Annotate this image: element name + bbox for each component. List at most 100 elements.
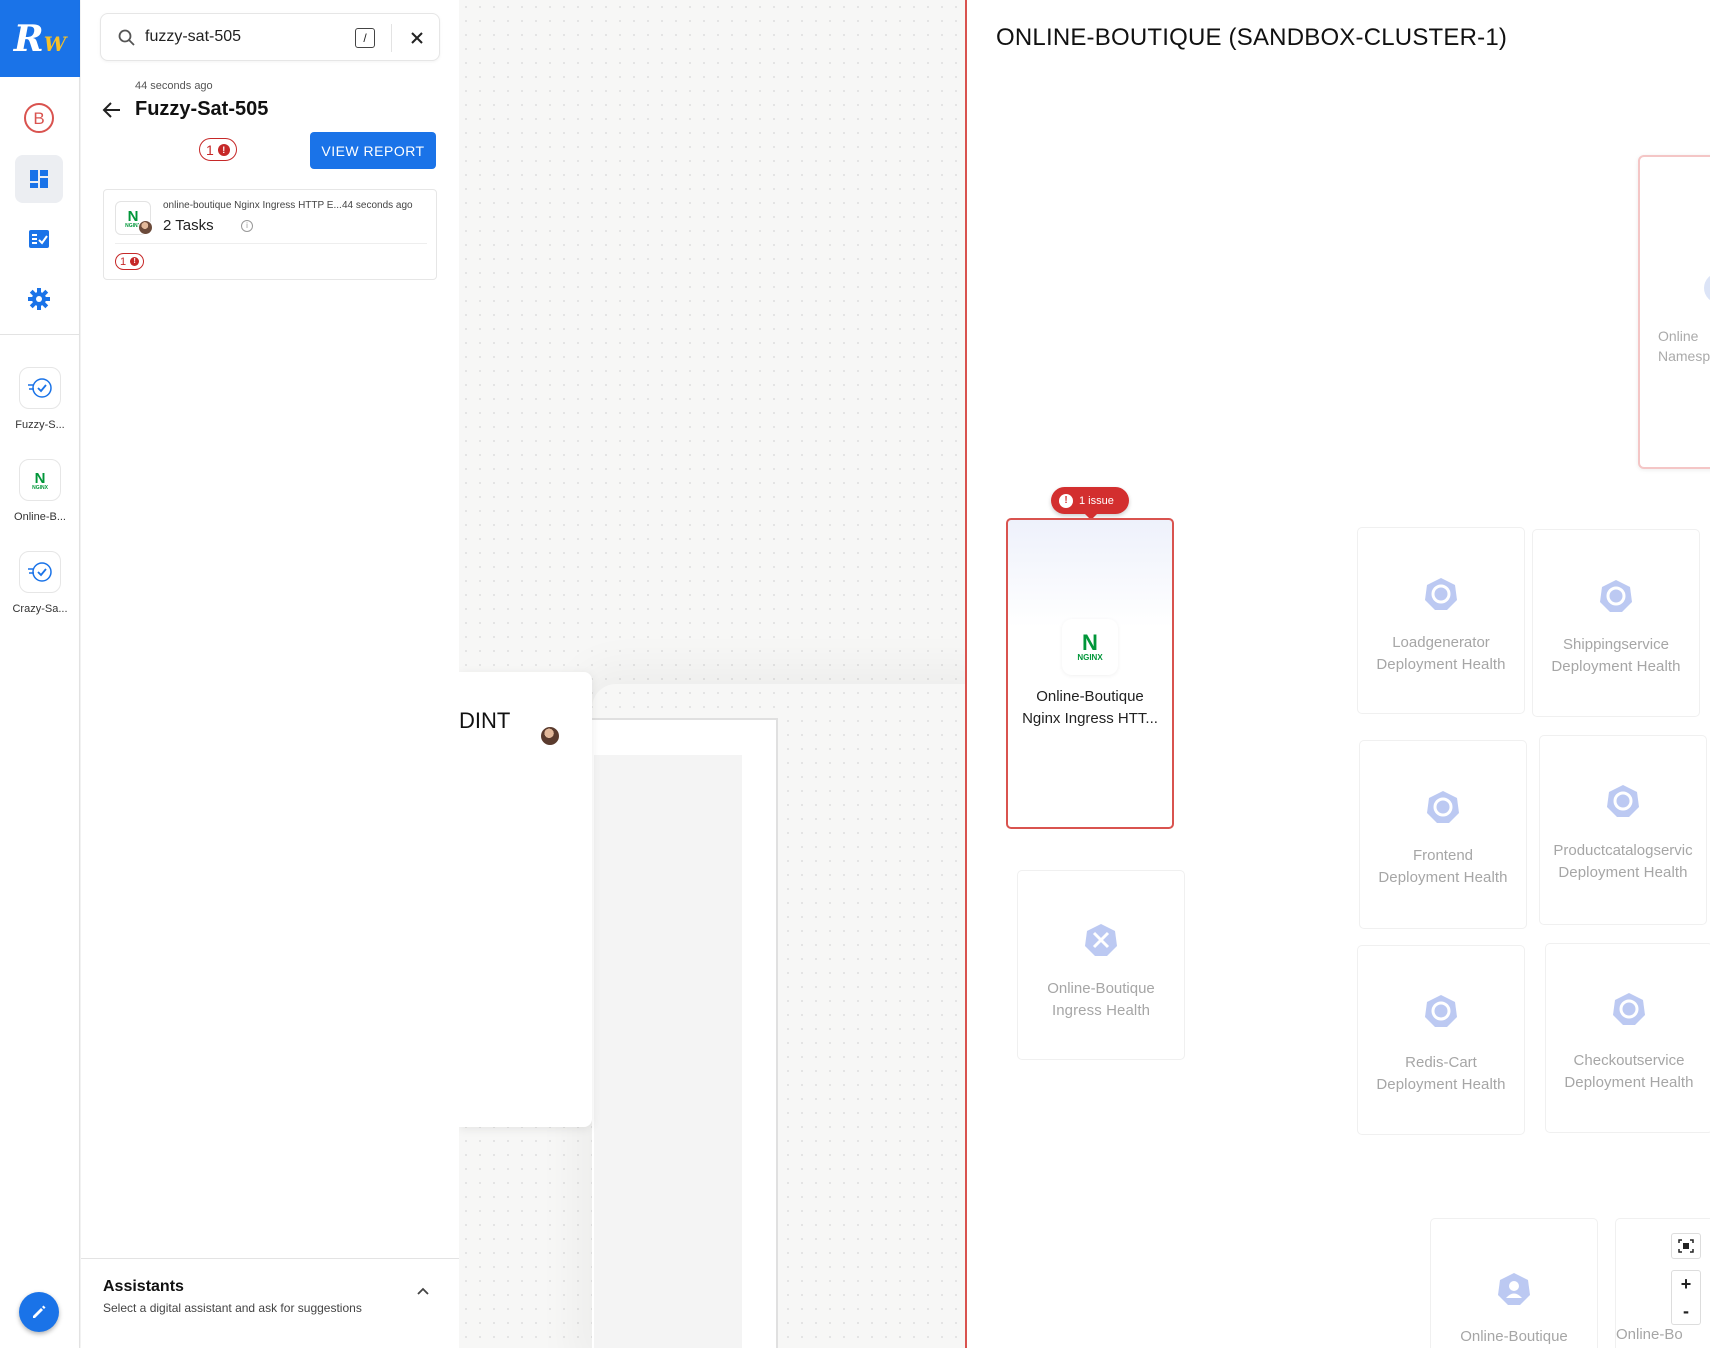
- search-shortcut-hint: /: [355, 28, 375, 48]
- svg-text:N: N: [1082, 630, 1098, 655]
- tasks-nav[interactable]: [15, 215, 63, 263]
- card-title: online-boutique Nginx Ingress HTTP E...: [163, 200, 342, 211]
- session-title: Fuzzy-Sat-505: [135, 98, 269, 120]
- node-productcatalogservice[interactable]: Productcatalogservic Deployment Health: [1539, 735, 1707, 925]
- rail-app-label: Fuzzy-S...: [15, 419, 65, 431]
- node-label: Online-Boutique: [1460, 1328, 1568, 1345]
- app-logo[interactable]: RW: [0, 0, 80, 77]
- card-time-ago: 44 seconds ago: [342, 200, 413, 211]
- node-label: Loadgenerator: [1392, 634, 1490, 651]
- info-icon[interactable]: i: [241, 220, 253, 232]
- issue-pill[interactable]: ! 1 issue: [1051, 487, 1129, 520]
- ingress-icon: [1083, 922, 1119, 958]
- node-label: Online-Bo: [1616, 1326, 1683, 1343]
- node-sublabel: Deployment Health: [1376, 1076, 1506, 1093]
- workspace-title: ONLINE-BOUTIQUE (SANDBOX-CLUSTER-1): [996, 24, 1508, 51]
- namespace-icon: [1496, 1271, 1532, 1307]
- search-box[interactable]: fuzzy-sat-505 /: [100, 13, 440, 61]
- fit-view-button[interactable]: [1671, 1233, 1701, 1259]
- node-frontend[interactable]: Frontend Deployment Health: [1359, 740, 1527, 929]
- back-arrow-icon[interactable]: [101, 99, 123, 121]
- group-inner-box: [594, 755, 742, 1348]
- nginx-icon: N NGINX: [1062, 619, 1118, 675]
- workspace-icon: B: [24, 103, 54, 133]
- card-issue-badge[interactable]: 1 !: [115, 253, 145, 270]
- card-divider: [115, 243, 427, 244]
- node-sublabel: Deployment Health: [1558, 864, 1688, 881]
- app-tile: [19, 367, 61, 409]
- rail-app-label: Online-B...: [14, 511, 66, 523]
- edit-fab-button[interactable]: [19, 1292, 59, 1332]
- view-report-button[interactable]: VIEW REPORT: [310, 132, 436, 169]
- issue-count: 1: [120, 255, 127, 268]
- rail-divider: [0, 334, 80, 335]
- issue-count-badge[interactable]: 1 !: [199, 138, 237, 161]
- node-shippingservice[interactable]: Shippingservice Deployment Health: [1532, 529, 1700, 717]
- runsession-card[interactable]: N NGINX online-boutique Nginx Ingress HT…: [103, 189, 437, 280]
- node-loadgenerator[interactable]: Loadgenerator Deployment Health: [1357, 527, 1525, 714]
- rail-app-online-boutique[interactable]: N NGINX Online-B...: [0, 459, 80, 523]
- rail-app-crazy[interactable]: Crazy-Sa...: [0, 551, 80, 615]
- alert-icon: !: [130, 257, 140, 266]
- node-sublabel: Deployment Health: [1376, 656, 1506, 673]
- node-sublabel: Ingress Health: [1051, 1002, 1151, 1019]
- node-label: Frontend: [1412, 847, 1474, 864]
- workspace-map-pane[interactable]: ONLINE-BOUTIQUE (SANDBOX-CLUSTER-1) Onli…: [965, 0, 1710, 1348]
- node-label: Checkoutservice: [1573, 1052, 1685, 1069]
- active-node-nginx[interactable]: N NGINX Online-Boutique Nginx Ingress HT…: [1006, 518, 1174, 829]
- svg-text:B: B: [33, 109, 44, 128]
- svg-text:NGINX: NGINX: [32, 485, 49, 491]
- k8s-icon: [1425, 789, 1461, 825]
- rail-app-fuzzy[interactable]: Fuzzy-S...: [0, 367, 80, 431]
- node-online-boutique-namespace[interactable]: Online-Boutique: [1430, 1218, 1598, 1348]
- node-sublabel: Deployment Health: [1564, 1074, 1694, 1091]
- node-checkoutservice[interactable]: Checkoutservice Deployment Health: [1545, 943, 1710, 1133]
- svg-text:NGINX: NGINX: [1077, 653, 1103, 662]
- node-redis-cart[interactable]: Redis-Cart Deployment Health: [1357, 945, 1525, 1135]
- zoom-in-button[interactable]: +: [1671, 1270, 1701, 1298]
- map-canvas[interactable]: DINT: [459, 0, 965, 1348]
- node-label: Productcatalogservic: [1553, 842, 1693, 859]
- chevron-up-icon[interactable]: [415, 1284, 431, 1300]
- edit-icon: [33, 1305, 46, 1318]
- avatar: [138, 220, 153, 235]
- namespace-label: Online: [1658, 328, 1699, 344]
- alert-icon: !: [1059, 493, 1073, 508]
- k8s-icon: [1423, 993, 1459, 1029]
- assistants-title: Assistants: [103, 1278, 184, 1295]
- session-time-ago: 44 seconds ago: [135, 80, 213, 92]
- k8s-icon: [1598, 578, 1634, 614]
- assistants-divider: [81, 1258, 459, 1259]
- fit-view-icon: [1678, 1239, 1694, 1253]
- card-task-count: 2 Tasks: [163, 217, 214, 234]
- dashboard-icon: [30, 170, 48, 188]
- issue-pill-label: 1 issue: [1079, 494, 1114, 507]
- rail-app-label: Crazy-Sa...: [12, 603, 68, 615]
- node-ingress-health[interactable]: Online-Boutique Ingress Health: [1017, 870, 1185, 1060]
- workspace-button[interactable]: B: [15, 94, 63, 142]
- tasks-icon: [29, 230, 49, 248]
- session-panel: fuzzy-sat-505 / 44 seconds ago Fuzzy-Sat…: [81, 0, 459, 1348]
- close-icon[interactable]: [407, 28, 427, 48]
- k8s-icon: [1704, 273, 1710, 303]
- node-label: Redis-Cart: [1405, 1054, 1477, 1071]
- k8s-icon: [1611, 991, 1647, 1027]
- node-label: Online-Boutique: [1047, 980, 1155, 997]
- k8s-icon: [1605, 783, 1641, 819]
- namespace-card[interactable]: Online Namesp: [1638, 155, 1710, 469]
- canvas-card[interactable]: DINT: [459, 672, 592, 1127]
- node-label: Online-Boutique: [1036, 688, 1144, 705]
- node-sublabel: Nginx Ingress HTT...: [1022, 710, 1158, 727]
- search-input[interactable]: fuzzy-sat-505: [145, 28, 241, 46]
- settings-icon: [28, 288, 50, 310]
- avatar: [540, 726, 560, 746]
- node-label: Shippingservice: [1563, 636, 1669, 653]
- zoom-out-button[interactable]: -: [1671, 1297, 1701, 1325]
- assistants-subtitle: Select a digital assistant and ask for s…: [103, 1301, 362, 1315]
- issue-count: 1: [206, 141, 214, 158]
- namespace-sublabel: Namesp: [1658, 348, 1710, 364]
- nginx-icon: N NGINX: [32, 470, 49, 491]
- dashboard-nav[interactable]: [15, 155, 63, 203]
- settings-nav[interactable]: [15, 275, 63, 323]
- node-sublabel: Deployment Health: [1378, 869, 1508, 886]
